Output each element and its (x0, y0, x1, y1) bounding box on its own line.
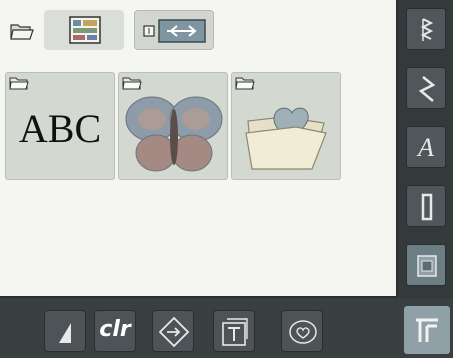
layout-grid-icon (69, 16, 101, 44)
stitch-pattern-icon (420, 18, 434, 41)
info-text-icon (222, 318, 248, 346)
text-info-button[interactable] (213, 310, 255, 352)
folder-icon (122, 77, 142, 90)
tension-button[interactable] (44, 310, 86, 352)
diamond-arrow-icon (158, 316, 190, 348)
tension-icon (59, 323, 71, 343)
transfer-icon (143, 19, 206, 43)
embroidery-button[interactable] (406, 244, 446, 286)
alphabets-button[interactable]: A (406, 126, 446, 168)
buttonholes-button[interactable] (406, 185, 446, 227)
menu-button[interactable] (404, 306, 450, 354)
embroidery-selection-panel: ABC (0, 0, 398, 298)
folder-icon (235, 77, 255, 90)
home-menu-icon (416, 318, 438, 342)
open-folder-heart-icon (245, 107, 327, 170)
personal-designs-tile[interactable] (231, 72, 341, 180)
embroidery-motifs-tile[interactable] (118, 72, 228, 180)
transfer-button[interactable] (134, 10, 214, 50)
buttonhole-icon (421, 193, 433, 221)
layout-view-button[interactable] (44, 10, 124, 50)
clear-label: clr (99, 317, 131, 342)
clear-button[interactable]: clr (94, 310, 136, 352)
alphabet-sample-text: ABC (18, 106, 102, 151)
navigation-button[interactable] (152, 310, 194, 352)
zigzag-icon (418, 76, 436, 102)
alphabet-icon: A (418, 133, 434, 162)
decorative-stitches-button[interactable] (406, 67, 446, 109)
stitch-selection-button[interactable] (406, 8, 446, 50)
bottom-function-bar: clr (0, 298, 453, 358)
heart-icon (289, 320, 317, 344)
hoop-icon (417, 255, 437, 277)
personal-program-button[interactable] (281, 310, 323, 352)
open-folder-icon (10, 24, 34, 40)
right-function-bar: A (398, 0, 453, 298)
alphabets-tile[interactable]: ABC (5, 72, 115, 180)
butterfly-icon (125, 96, 223, 172)
folder-icon (9, 77, 29, 90)
